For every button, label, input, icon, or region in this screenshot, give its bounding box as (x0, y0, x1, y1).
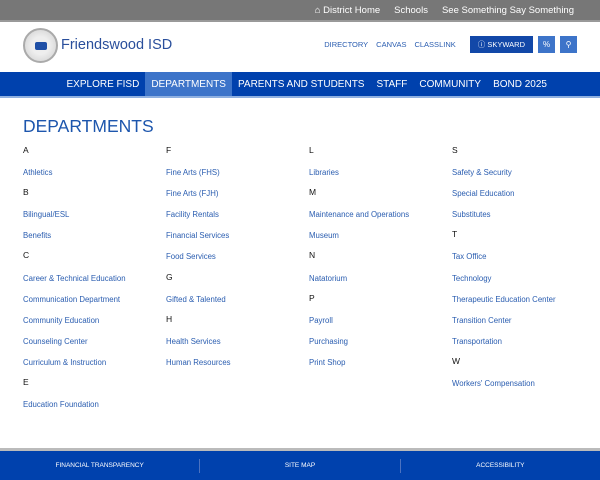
financial-transparency-link[interactable]: FINANCIAL TRANSPARENCY (0, 462, 199, 469)
nav-staff[interactable]: STAFF (370, 72, 413, 96)
department-link[interactable]: Food Services (166, 250, 306, 271)
department-link[interactable]: Natatorium (309, 272, 449, 293)
directory-link[interactable]: DIRECTORY (324, 40, 368, 49)
nav-bond-2025[interactable]: BOND 2025 (487, 72, 553, 96)
page-title: DEPARTMENTS (23, 116, 154, 136)
department-link[interactable]: Substitutes (452, 208, 592, 229)
letter-heading: L (309, 145, 314, 155)
department-link[interactable]: Payroll (309, 314, 449, 335)
department-link[interactable]: Communication Department (23, 293, 163, 314)
department-link[interactable]: Career & Technical Education (23, 272, 163, 293)
see-something-link[interactable]: See Something Say Something (442, 5, 574, 16)
letter-heading: B (23, 187, 29, 198)
department-link[interactable]: Athletics (23, 166, 163, 187)
site-name[interactable]: Friendswood ISD (61, 37, 172, 53)
accessibility-link[interactable]: ACCESSIBILITY (401, 462, 600, 469)
department-link[interactable]: Therapeutic Education Center (452, 293, 592, 314)
letter-heading: M (309, 187, 317, 198)
department-link[interactable]: Education Foundation (23, 398, 163, 419)
site-header: Friendswood ISD DIRECTORY CANVAS CLASSLI… (0, 20, 600, 72)
department-link[interactable]: Safety & Security (452, 166, 592, 187)
department-link[interactable]: Libraries (309, 166, 449, 187)
department-link[interactable]: Technology (452, 272, 592, 293)
department-link[interactable]: Health Services (166, 335, 306, 356)
department-link[interactable]: Curriculum & Instruction (23, 356, 163, 377)
skyward-button[interactable]: ⓘ SKYWARD (469, 36, 533, 53)
letter-heading: F (166, 145, 172, 155)
letter-heading: S (452, 145, 458, 155)
main-nav: EXPLORE FISD DEPARTMENTS PARENTS AND STU… (0, 72, 600, 98)
letter-heading: E (23, 377, 29, 388)
department-link[interactable]: Facility Rentals (166, 208, 306, 229)
department-column: F Fine Arts (FHS) Fine Arts (FJH) Facility … (166, 145, 306, 377)
letter-heading: W (452, 355, 461, 366)
department-link[interactable]: Community Education (23, 314, 163, 335)
department-link[interactable]: Counseling Center (23, 335, 163, 356)
letter-heading: H (166, 313, 173, 324)
utility-bar: ⌂ District Home Schools See Something Sa… (0, 0, 600, 20)
department-link[interactable]: Human Resources (166, 356, 306, 377)
link-icon[interactable]: % (538, 36, 555, 53)
department-link[interactable]: Workers' Compensation (452, 377, 592, 398)
department-link[interactable]: Financial Services (166, 229, 306, 250)
department-link[interactable]: Bilingual/ESL (23, 208, 163, 229)
department-link[interactable]: Maintenance and Operations (309, 208, 449, 229)
district-home-link[interactable]: ⌂ District Home (315, 5, 380, 16)
department-column: A Athletics B Bilingual/ESL Benefits C Career … (23, 145, 163, 419)
nav-parents-and-students[interactable]: PARENTS AND STUDENTS (232, 72, 371, 96)
department-link[interactable]: Fine Arts (FHS) (166, 166, 306, 187)
department-link[interactable]: Benefits (23, 229, 163, 250)
department-link[interactable]: Fine Arts (FJH) (166, 187, 306, 208)
department-link[interactable]: Transportation (452, 335, 592, 356)
letter-heading: N (309, 250, 316, 261)
department-link[interactable]: Gifted & Talented (166, 293, 306, 314)
department-link[interactable]: Transition Center (452, 314, 592, 335)
schools-link[interactable]: Schools (394, 5, 428, 16)
letter-heading: C (23, 250, 30, 261)
district-home-label: District Home (323, 4, 381, 16)
info-icon: ⓘ (477, 40, 488, 49)
skyward-label: SKYWARD (487, 40, 525, 49)
department-column: S Safety & Security Special Education Subst… (452, 145, 592, 398)
nav-explore-fisd[interactable]: EXPLORE FISD (61, 72, 146, 96)
department-column: L Libraries M Maintenance and Operations Mus… (309, 145, 449, 377)
canvas-link[interactable]: CANVAS (376, 40, 406, 49)
department-link[interactable]: Museum (309, 229, 449, 250)
footer: FINANCIAL TRANSPARENCY SITE MAP ACCESSIB… (0, 448, 600, 480)
department-link[interactable]: Print Shop (309, 356, 449, 377)
letter-heading: P (309, 292, 315, 303)
site-map-link[interactable]: SITE MAP (200, 462, 399, 469)
letter-heading: G (166, 271, 173, 282)
nav-departments[interactable]: DEPARTMENTS (145, 72, 232, 96)
letter-heading: T (452, 229, 458, 240)
department-link[interactable]: Special Education (452, 187, 592, 208)
district-seal-logo[interactable] (23, 28, 58, 63)
department-link[interactable]: Purchasing (309, 335, 449, 356)
nav-community[interactable]: COMMUNITY (413, 72, 487, 96)
search-icon[interactable]: ⚲ (560, 36, 577, 53)
letter-heading: A (23, 145, 29, 155)
department-link[interactable]: Tax Office (452, 250, 592, 271)
classlink-link[interactable]: CLASSLINK (414, 40, 455, 49)
